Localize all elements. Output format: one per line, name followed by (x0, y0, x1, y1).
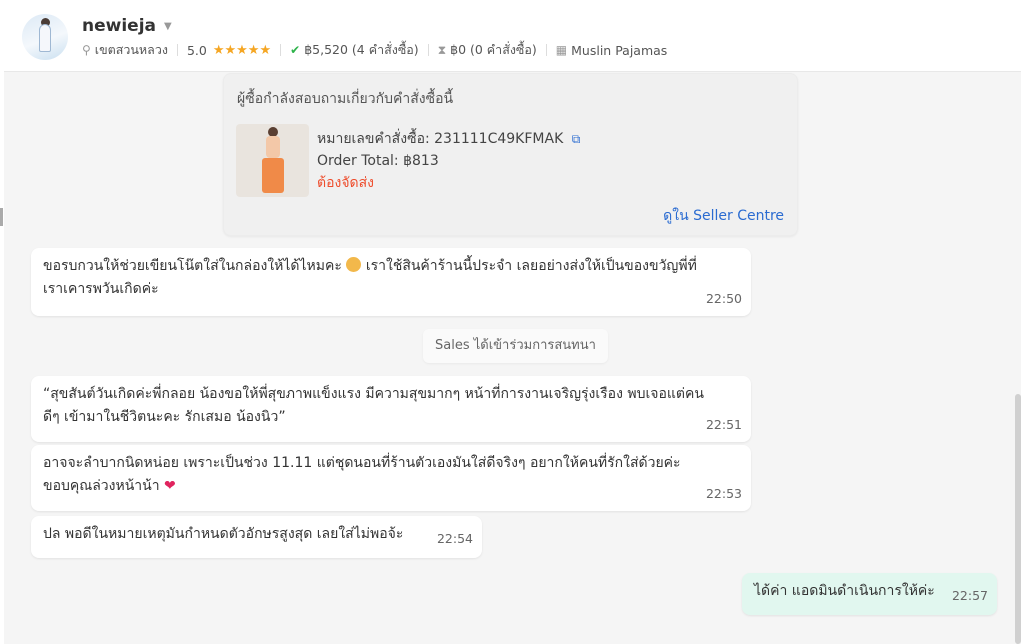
shop-meta: ⚲ เขตสวนหลวง 5.0 ★★★★★ ✔ ฿5,520 (4 คำสั่… (82, 40, 667, 60)
chat-header: newieja ▼ ⚲ เขตสวนหลวง 5.0 ★★★★★ ✔ ฿5,52… (4, 0, 1021, 72)
shop-avatar[interactable] (22, 14, 68, 60)
reply-bubble: ได้ค่า แอดมินดำเนินการให้ค่ะ 22:57 (742, 573, 997, 615)
chat-area: ผู้ซื้อกำลังสอบถามเกี่ยวกับคำสั่งซื้อนี้… (4, 72, 1021, 644)
chevron-down-icon[interactable]: ▼ (164, 21, 172, 32)
message-text: เราเคารพวันเกิดค่ะ (43, 281, 159, 297)
scrollbar[interactable] (1015, 394, 1021, 644)
shop-name[interactable]: newieja ▼ (82, 16, 172, 36)
message-time: 22:57 (951, 588, 988, 603)
message-text: ได้ค่า แอดมินดำเนินการให้ค่ะ (754, 583, 935, 599)
shop-rating: 5.0 (186, 42, 207, 58)
shop-name-label: newieja (82, 16, 156, 36)
message-time: 22:51 (705, 417, 742, 432)
order-card: ผู้ซื้อกำลังสอบถามเกี่ยวกับคำสั่งซื้อนี้… (223, 73, 798, 236)
message-bubble: “สุขสันต์วันเกิดค่ะพี่กลอย น้องขอให้พี่ส… (31, 376, 751, 442)
location-pin-icon: ⚲ (82, 43, 91, 57)
heart-icon: ❤ (164, 478, 176, 494)
message-bubble: ปล พอดีในหมายเหตุมันกำหนดตัวอักษรสูงสุด … (31, 516, 482, 558)
message-text: ปล พอดีในหมายเหตุมันกำหนดตัวอักษรสูงสุด … (43, 526, 404, 542)
message-text: “สุขสันต์วันเกิดค่ะพี่กลอย น้องขอให้พี่ส… (43, 386, 704, 402)
system-message: Sales ได้เข้าร่วมการสนทนา (423, 329, 608, 363)
order-number: หมายเลขคำสั่งซื้อ: 231111C49KFMAK (317, 131, 564, 147)
message-text: ดีๆ เข้ามาในชีวิตนะคะ รักเสมอ น้องนิว” (43, 409, 286, 425)
message-bubble: ขอรบกวนให้ช่วยเขียนโน๊ตใส่ในกล่องให้ได้ไ… (31, 248, 751, 316)
message-bubble: อาจจะลำบากนิดหน่อย เพราะเป็นช่วง 11.11 แ… (31, 445, 751, 511)
pleading-face-icon (346, 257, 362, 272)
shop-location: เขตสวนหลวง (94, 42, 168, 57)
unpaid-orders: ฿0 (0 คำสั่งซื้อ) (450, 42, 537, 57)
order-status: ต้องจัดส่ง (317, 175, 375, 191)
message-time: 22:50 (705, 291, 742, 306)
rating-stars-icon: ★★★★★ (212, 42, 272, 58)
message-time: 22:54 (436, 531, 473, 546)
copy-icon[interactable]: ⧉ (572, 132, 581, 146)
message-text: ขอรบกวนให้ช่วยเขียนโน๊ตใส่ในกล่องให้ได้ไ… (43, 258, 342, 274)
shop-category: Muslin Pajamas (571, 42, 668, 58)
order-total: Order Total: ฿813 (317, 153, 439, 169)
message-text: เราใช้สินค้าร้านนี้ประจำ เลยอย่างส่งให้เ… (365, 258, 697, 274)
paid-orders: ฿5,520 (4 คำสั่งซื้อ) (304, 42, 419, 57)
category-icon: ▦ (555, 43, 568, 57)
side-panel-handle[interactable] (0, 208, 3, 226)
unpaid-order-icon: ⧗ (437, 42, 447, 57)
product-image[interactable] (236, 124, 309, 197)
message-text: ขอบคุณล่วงหน้าน้า (43, 478, 160, 494)
message-text: อาจจะลำบากนิดหน่อย เพราะเป็นช่วง 11.11 แ… (43, 455, 681, 471)
order-card-title: ผู้ซื้อกำลังสอบถามเกี่ยวกับคำสั่งซื้อนี้ (237, 91, 454, 107)
message-time: 22:53 (705, 486, 742, 501)
paid-order-icon: ✔ (290, 43, 301, 57)
view-in-seller-centre-link[interactable]: ดูใน Seller Centre (663, 205, 784, 227)
